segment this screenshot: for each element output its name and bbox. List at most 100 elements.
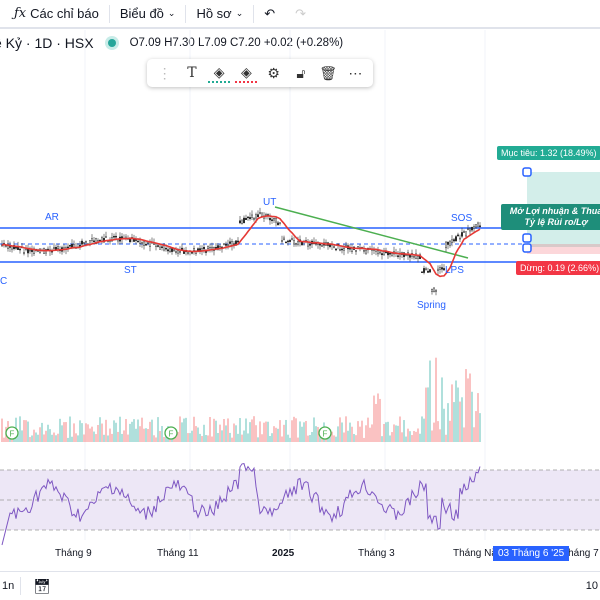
candle-body <box>409 254 412 258</box>
candle-body <box>178 251 181 253</box>
volume-bar <box>375 403 377 442</box>
time-tick: 2025 <box>272 548 295 559</box>
candle-body <box>162 245 165 251</box>
volume-bar <box>269 435 271 442</box>
candle-body <box>335 248 338 251</box>
volume-bar <box>179 416 181 442</box>
candle-body <box>261 212 264 217</box>
candle-body <box>166 249 169 252</box>
volume-bar <box>409 431 411 442</box>
position-handle <box>522 233 532 243</box>
range-1y-button[interactable]: 1n <box>0 580 20 592</box>
volume-bar <box>425 387 427 442</box>
candle-body <box>431 289 434 292</box>
candle-body <box>158 246 161 250</box>
annotation-spring[interactable]: Spring <box>417 300 446 311</box>
volume-bar <box>285 419 287 442</box>
volume-bar <box>59 418 61 442</box>
volume-bar <box>305 420 307 442</box>
candle-body <box>19 248 22 251</box>
chevron-down-icon: ⌄ <box>235 8 244 18</box>
candle-body <box>142 241 145 246</box>
volume-bar <box>1 418 3 442</box>
volume-bar <box>201 436 203 442</box>
volume-bar <box>455 380 457 442</box>
volume-bar <box>271 433 273 442</box>
volume-bar <box>443 408 445 442</box>
candle-body <box>90 238 93 241</box>
annotation-ar[interactable]: AR <box>45 212 59 223</box>
candle-body <box>136 240 139 243</box>
line-color-icon[interactable]: ◈ <box>235 64 258 83</box>
candle-body <box>397 255 400 257</box>
profile-label: Hồ sơ <box>196 6 232 21</box>
volume-bar <box>97 424 99 442</box>
annotation-sos[interactable]: SOS <box>451 213 472 224</box>
price-chart[interactable]: FFF <box>0 30 600 548</box>
annotation-ut[interactable]: UT <box>263 197 276 208</box>
volume-bar <box>365 425 367 442</box>
candle-body <box>423 268 426 273</box>
profile-menu-button[interactable]: Hồ sơ ⌄ <box>186 0 253 27</box>
delete-icon[interactable]: 🗑︎ <box>317 65 339 82</box>
volume-bar <box>235 425 237 442</box>
volume-bar <box>385 422 387 442</box>
candle-body <box>244 218 247 221</box>
volume-bar <box>291 420 293 442</box>
drag-handle-icon[interactable]: ⋮ <box>154 65 176 82</box>
volume-bar <box>287 434 289 442</box>
candle-body <box>4 245 7 247</box>
text-icon[interactable]: T <box>181 65 203 81</box>
position-handle <box>522 167 532 177</box>
indicators-button[interactable]: ƒx Các chỉ báo <box>0 0 109 27</box>
candle-body <box>273 218 276 221</box>
fill-color-icon[interactable]: ◈ <box>208 64 231 83</box>
volume-bar <box>225 425 227 442</box>
volume-bar <box>109 428 111 442</box>
settings-icon[interactable]: ⚙ <box>263 65 285 82</box>
financial-event-icon: F <box>10 430 15 439</box>
volume-bar <box>241 434 243 442</box>
candle-body <box>333 245 336 248</box>
volume-bar <box>263 422 265 442</box>
chart-menu-button[interactable]: Biểu đồ ⌄ <box>110 0 186 27</box>
volume-bar <box>223 418 225 442</box>
annotation-lps[interactable]: LPS <box>445 265 464 276</box>
bottom-right-value: 10 <box>585 580 598 592</box>
volume-bar <box>195 426 197 442</box>
candle-body <box>112 236 115 238</box>
candle-body <box>222 243 225 245</box>
volume-bar <box>381 436 383 442</box>
time-tick: Tháng 11 <box>157 548 199 559</box>
candle-body <box>389 252 392 255</box>
volume-bar <box>467 378 469 442</box>
candle-body <box>156 245 159 247</box>
unlock-icon[interactable]: 🔓︎ <box>290 65 312 82</box>
candle-body <box>447 242 450 245</box>
volume-bar <box>295 418 297 442</box>
volume-bar <box>245 418 247 442</box>
volume-bar <box>445 434 447 442</box>
volume-bar <box>55 435 57 442</box>
volume-bar <box>411 435 413 442</box>
redo-button[interactable]: ↷ <box>285 0 316 27</box>
candle-body <box>140 241 143 245</box>
candle-body <box>92 240 95 243</box>
undo-button[interactable]: ↶ <box>254 0 285 27</box>
goto-date-icon[interactable]: 📅︎ <box>21 578 63 595</box>
chart-label: Biểu đồ <box>119 6 164 21</box>
candle-body <box>174 251 177 253</box>
candle-body <box>224 243 227 246</box>
volume-bar <box>449 420 451 442</box>
annotation-c[interactable]: C <box>0 276 7 287</box>
more-icon[interactable]: ⋯ <box>344 65 366 82</box>
volume-bar <box>65 422 67 442</box>
volume-bar <box>33 429 35 442</box>
volume-bar <box>447 403 449 442</box>
volume-bar <box>299 421 301 442</box>
volume-bar <box>265 421 267 442</box>
volume-bar <box>441 377 443 442</box>
candle-body <box>467 228 470 231</box>
volume-bar <box>29 437 31 442</box>
annotation-st[interactable]: ST <box>124 265 137 276</box>
